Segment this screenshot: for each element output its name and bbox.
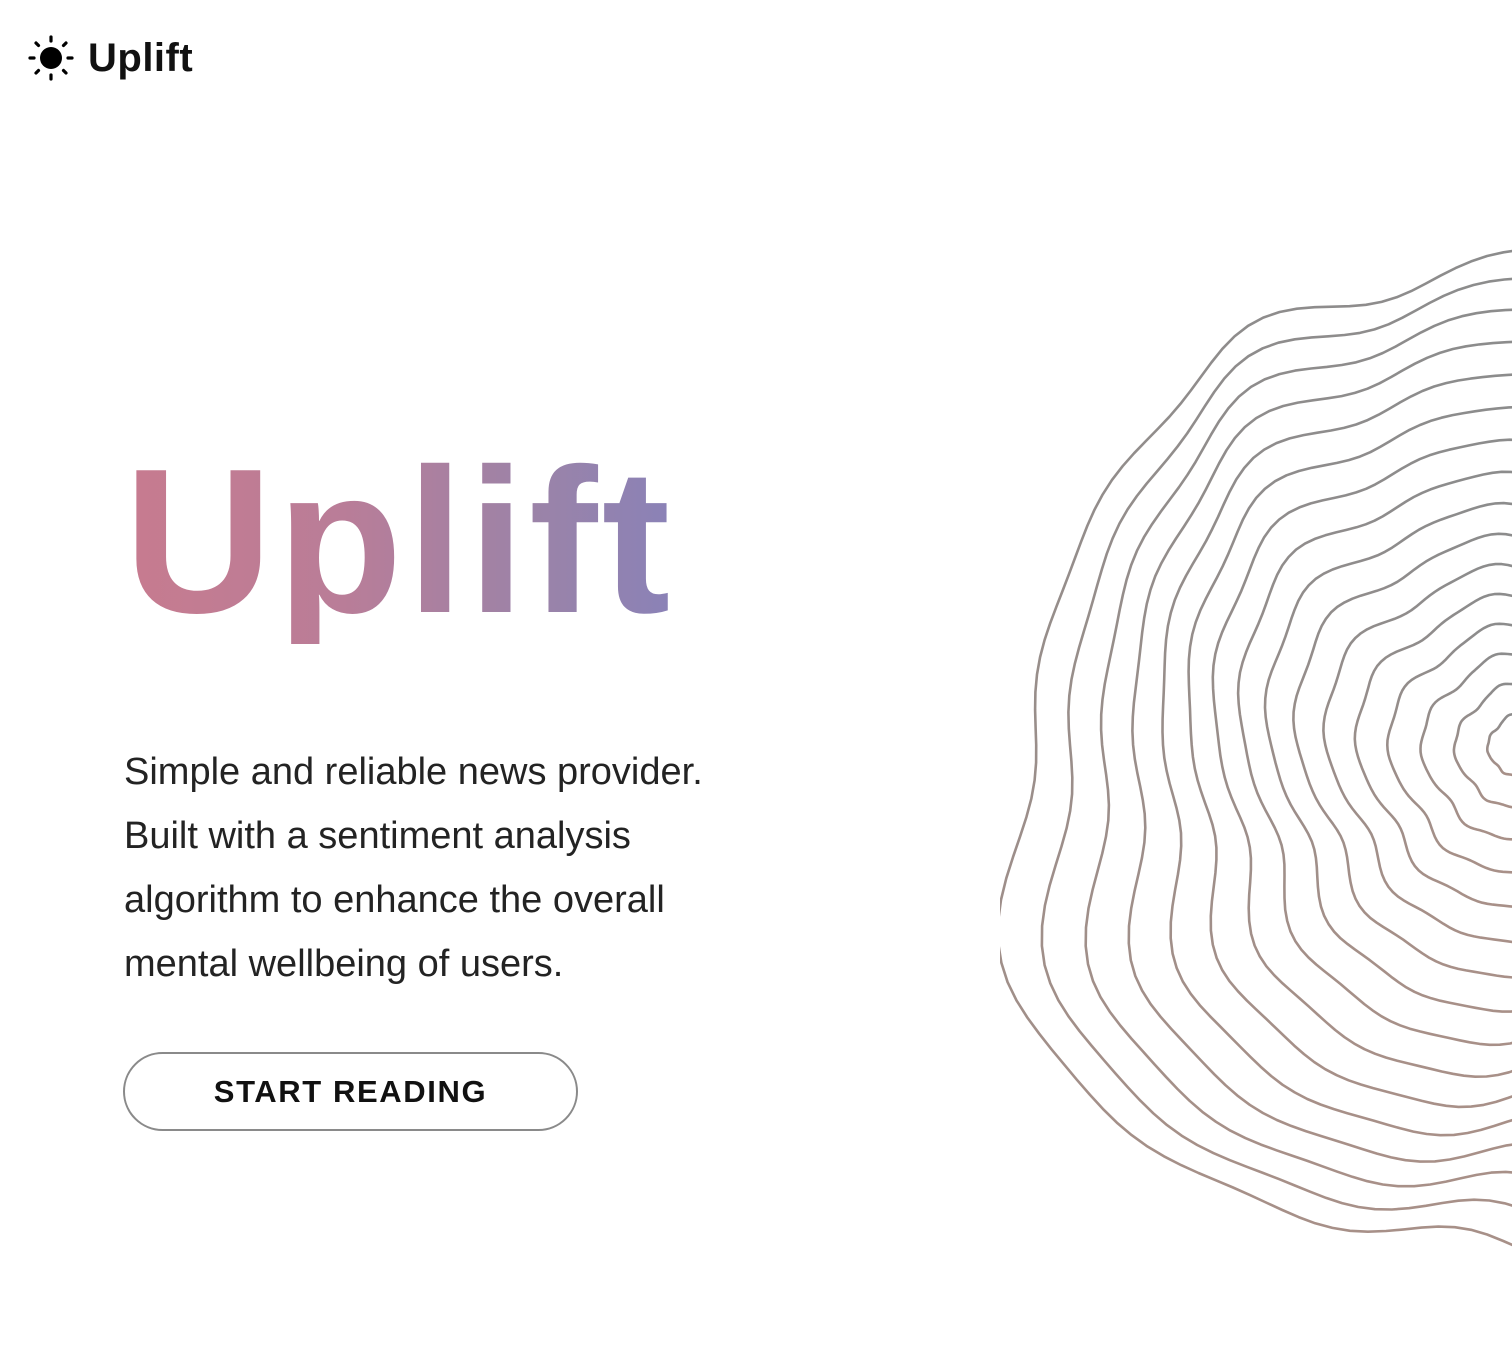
- tagline-line: Built with a sentiment analysis: [124, 815, 631, 857]
- contour-line: [1236, 470, 1512, 1047]
- contour-line: [1211, 438, 1512, 1078]
- tagline-line: mental wellbeing of users.: [124, 943, 564, 985]
- hero-tagline: Simple and reliable news provider. Built…: [124, 740, 764, 996]
- contour-lines-illustration: [1000, 249, 1512, 1247]
- topographic-contour-art: [1000, 240, 1512, 1280]
- sun-icon: [28, 35, 74, 81]
- contour-line: [1040, 277, 1512, 1211]
- brand-name: Uplift: [88, 36, 194, 80]
- contour-line: [1486, 713, 1512, 777]
- tagline-line: algorithm to enhance the overall: [124, 879, 665, 921]
- brand-logo[interactable]: Uplift: [28, 30, 193, 86]
- tagline-line: Simple and reliable news provider.: [124, 751, 703, 793]
- start-reading-button[interactable]: START READING: [123, 1052, 578, 1131]
- contour-line: [1452, 682, 1512, 809]
- contour-line: [1161, 373, 1512, 1137]
- hero-title: Uplift: [124, 426, 675, 656]
- contour-line: [1000, 249, 1512, 1247]
- contour-line: [1419, 652, 1512, 841]
